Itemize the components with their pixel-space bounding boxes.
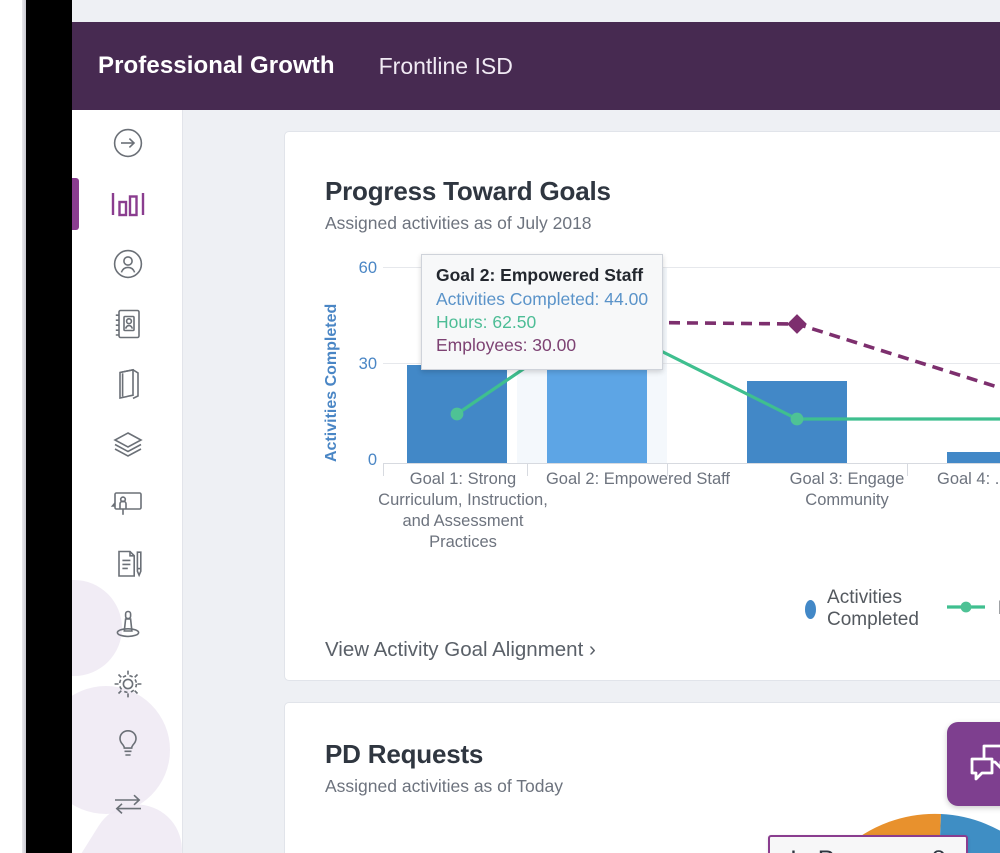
- lightbulb-icon: [113, 727, 143, 761]
- gear-icon: [111, 667, 145, 701]
- legend-label: Activities Completed: [827, 587, 919, 630]
- app-header: Professional Growth Frontline ISD: [72, 22, 1000, 110]
- app-title: Professional Growth: [98, 52, 335, 79]
- podium-icon: [111, 608, 145, 640]
- main-content: Progress Toward Goals Assigned activitie…: [183, 110, 1000, 853]
- hours-point-goal-1: [450, 407, 464, 421]
- x-label-goal-3: Goal 3: Engage Community: [789, 470, 905, 510]
- tooltip-title: Goal 2: Empowered Staff: [436, 265, 644, 285]
- device-bezel-gap: [0, 0, 22, 853]
- sidebar-item-programs[interactable]: [72, 414, 183, 474]
- x-label-goal-2: Goal 2: Empowered Staff: [545, 470, 731, 488]
- goals-chart: Activities Completed 60 30 0 Goal 1: Str…: [315, 254, 1000, 592]
- pd-requests-title: PD Requests: [325, 739, 484, 769]
- sidebar-item-catalog[interactable]: [72, 354, 183, 414]
- sidebar-nav: [72, 110, 199, 853]
- arrow-right-circle-icon: [111, 126, 145, 160]
- sidebar-item-my-profile[interactable]: [72, 234, 183, 294]
- exchange-arrows-icon: [110, 789, 146, 819]
- progress-toward-goals-card: Progress Toward Goals Assigned activitie…: [284, 131, 1000, 681]
- sidebar-item-directory[interactable]: [72, 294, 183, 354]
- chart-legend: Activities Completed Hours: [805, 587, 1000, 631]
- sidebar-item-transfers[interactable]: [72, 774, 183, 834]
- tooltip-activities-completed: Activities Completed: 44.00: [436, 289, 649, 309]
- tooltip-employees: Employees: 30.00: [436, 335, 577, 356]
- legend-swatch-line-icon: [945, 599, 987, 620]
- pd-requests-card: PD Requests Assigned activities as of To…: [284, 702, 1000, 853]
- address-book-icon: [112, 307, 144, 341]
- donut-tooltip-text: In Progress: 8: [790, 846, 946, 853]
- tooltip-hours: Hours: 62.50: [436, 312, 537, 333]
- chart-tooltip: Goal 2: Empowered Staff Activities Compl…: [421, 254, 664, 371]
- x-label-goal-4: Goal 4: ...: [937, 470, 1000, 488]
- page-title: Progress Toward Goals: [325, 176, 611, 206]
- sidebar-item-settings[interactable]: [72, 654, 183, 714]
- document-pencil-icon: [111, 547, 145, 581]
- application-window: Professional Growth Frontline ISD Progre…: [72, 0, 1000, 853]
- hours-point-goal-3: [790, 412, 804, 426]
- view-activity-goal-alignment-link[interactable]: View Activity Goal Alignment ›: [325, 638, 596, 662]
- organization-name: Frontline ISD: [378, 52, 513, 79]
- bar-chart-icon: [110, 188, 146, 220]
- feedback-button[interactable]: [947, 722, 1000, 806]
- card-subtitle: Assigned activities as of July 2018: [325, 213, 592, 233]
- sidebar-item-evaluations[interactable]: [72, 534, 183, 594]
- sidebar-item-insights[interactable]: [72, 714, 183, 774]
- presenter-board-icon: [110, 488, 146, 520]
- pd-requests-subtitle: Assigned activities as of Today: [325, 776, 564, 796]
- sidebar-item-expand-menu[interactable]: [72, 113, 183, 173]
- legend-item-activities-completed[interactable]: Activities Completed: [805, 587, 927, 631]
- employees-point-goal-3: [787, 314, 807, 334]
- device-bezel: [26, 0, 72, 853]
- book-icon: [113, 367, 143, 401]
- chat-bubbles-icon: [967, 742, 1000, 787]
- x-label-goal-1: Goal 1: Strong Curriculum, Instruction, …: [378, 470, 548, 552]
- legend-item-hours[interactable]: Hours: [945, 598, 1000, 620]
- sidebar-item-courses[interactable]: [72, 474, 183, 534]
- user-circle-icon: [111, 247, 145, 281]
- legend-swatch-circle-icon: [805, 599, 817, 619]
- sidebar-item-presenters[interactable]: [72, 594, 183, 654]
- donut-tooltip: In Progress: 8: [768, 835, 968, 853]
- screenshot-root: Professional Growth Frontline ISD Progre…: [0, 0, 1000, 853]
- sidebar-item-dashboard[interactable]: [72, 174, 183, 234]
- layers-icon: [110, 429, 146, 459]
